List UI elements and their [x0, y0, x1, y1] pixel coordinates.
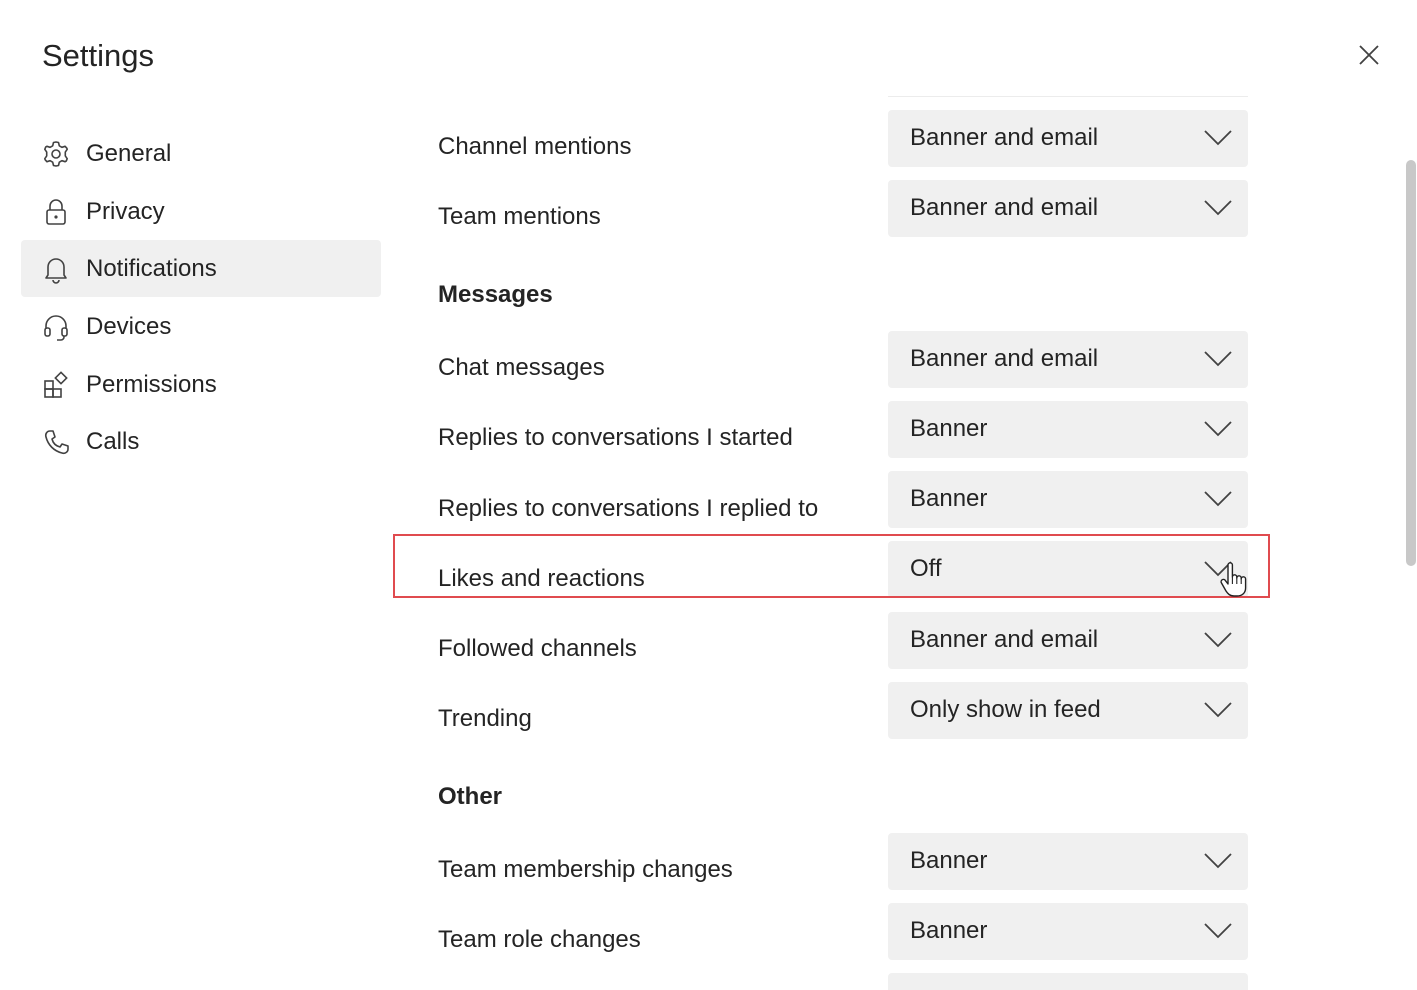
- team-role-dropdown[interactable]: Banner: [888, 903, 1248, 960]
- setting-label-replies-started: Replies to conversations I started: [438, 424, 793, 451]
- dropdown-value: Banner and email: [910, 194, 1099, 221]
- dropdown-value: Only show in feed: [910, 696, 1101, 723]
- chevron-down-icon: [1204, 923, 1232, 939]
- chevron-down-icon: [1204, 130, 1232, 146]
- setting-label-likes-reactions: Likes and reactions: [438, 565, 645, 592]
- chat-messages-dropdown[interactable]: Banner and email: [888, 331, 1248, 388]
- trending-dropdown[interactable]: Only show in feed: [888, 682, 1248, 739]
- likes-reactions-dropdown[interactable]: Off: [888, 541, 1248, 598]
- setting-label-channel-mentions: Channel mentions: [438, 133, 632, 160]
- followed-channels-dropdown[interactable]: Banner and email: [888, 612, 1248, 669]
- setting-label-followed-channels: Followed channels: [438, 635, 637, 662]
- section-heading-messages: Messages: [438, 281, 553, 308]
- setting-label-team-mentions: Team mentions: [438, 203, 601, 230]
- notifications-settings-panel: Channel mentions Banner and email Team m…: [0, 0, 1417, 990]
- channel-mentions-dropdown[interactable]: Banner and email: [888, 110, 1248, 167]
- chevron-down-icon: [1204, 853, 1232, 869]
- dropdown-value: Banner: [910, 917, 988, 944]
- dropdown-value: Banner and email: [910, 626, 1099, 653]
- settings-dialog: Settings General Privacy Notifications D…: [0, 0, 1417, 990]
- dropdown-value: Banner and email: [910, 124, 1099, 151]
- setting-label-trending: Trending: [438, 705, 532, 732]
- setting-label-replies-replied: Replies to conversations I replied to: [438, 495, 819, 522]
- setting-label-team-role: Team role changes: [438, 926, 641, 953]
- team-mentions-dropdown[interactable]: Banner and email: [888, 180, 1248, 237]
- section-heading-other: Other: [438, 783, 503, 810]
- dropdown-value: Banner: [910, 485, 988, 512]
- hand-cursor-icon: [1220, 562, 1247, 597]
- scrollbar-thumb[interactable]: [1406, 160, 1416, 566]
- chevron-down-icon: [1204, 702, 1232, 718]
- team-membership-dropdown[interactable]: Banner: [888, 833, 1248, 890]
- dropdown-value: Banner: [910, 415, 988, 442]
- replies-replied-dropdown[interactable]: Banner: [888, 471, 1248, 528]
- replies-started-dropdown[interactable]: Banner: [888, 401, 1248, 458]
- divider: [888, 96, 1248, 97]
- dropdown-value: Banner and email: [910, 345, 1099, 372]
- chevron-down-icon: [1204, 200, 1232, 216]
- chevron-down-icon: [1204, 421, 1232, 437]
- chevron-down-icon: [1204, 351, 1232, 367]
- setting-label-team-membership: Team membership changes: [438, 856, 733, 883]
- next-setting-dropdown[interactable]: [888, 973, 1248, 990]
- dropdown-value: Banner: [910, 847, 988, 874]
- chevron-down-icon: [1204, 491, 1232, 507]
- dropdown-value: Off: [910, 555, 942, 582]
- chevron-down-icon: [1204, 632, 1232, 648]
- setting-label-chat-messages: Chat messages: [438, 354, 605, 381]
